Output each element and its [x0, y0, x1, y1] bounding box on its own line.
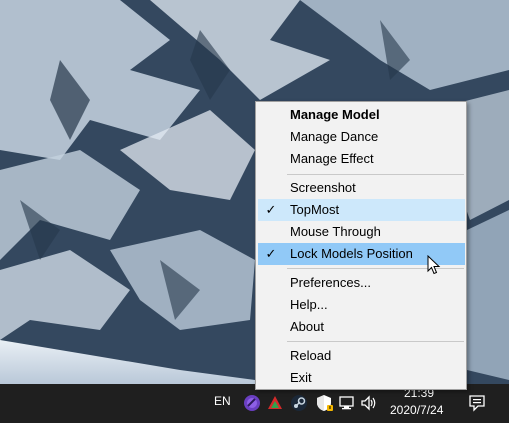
menu-item-exit[interactable]: Exit	[258, 367, 465, 389]
menu-item-manage-dance[interactable]: Manage Dance	[258, 126, 465, 148]
volume-icon[interactable]	[360, 394, 378, 412]
menu-item-label: Exit	[290, 370, 312, 385]
action-center-icon[interactable]	[468, 394, 486, 412]
clock-date[interactable]: 2020/7/24	[390, 403, 443, 417]
menu-item-screenshot[interactable]: Screenshot	[258, 177, 465, 199]
menu-item-topmost[interactable]: ✓ TopMost	[258, 199, 465, 221]
menu-item-label: Screenshot	[290, 180, 356, 195]
input-language-indicator[interactable]: EN	[214, 394, 231, 408]
menu-item-label: About	[290, 319, 324, 334]
menu-separator	[287, 341, 464, 342]
menu-separator	[287, 174, 464, 175]
menu-item-label: Manage Model	[290, 107, 380, 122]
menu-item-label: Preferences...	[290, 275, 371, 290]
red-app-icon[interactable]	[266, 394, 284, 412]
obs-icon[interactable]	[243, 394, 261, 412]
mouse-cursor-icon	[427, 255, 441, 275]
security-shield-icon[interactable]	[315, 394, 333, 412]
checkmark-icon: ✓	[265, 202, 277, 217]
menu-item-preferences[interactable]: Preferences...	[258, 272, 465, 294]
checkmark-icon: ✓	[265, 246, 277, 261]
menu-item-label: Manage Dance	[290, 129, 379, 144]
menu-item-label: Reload	[290, 348, 332, 363]
menu-item-reload[interactable]: Reload	[258, 345, 465, 367]
menu-item-label: Manage Effect	[290, 151, 374, 166]
tray-context-menu: Manage Model Manage Dance Manage Effect …	[255, 101, 467, 390]
menu-item-label: Help...	[290, 297, 328, 312]
network-icon[interactable]	[338, 394, 356, 412]
menu-item-label: TopMost	[290, 202, 340, 217]
menu-item-about[interactable]: About	[258, 316, 465, 338]
menu-item-help[interactable]: Help...	[258, 294, 465, 316]
menu-item-manage-effect[interactable]: Manage Effect	[258, 148, 465, 170]
menu-item-label: Mouse Through	[290, 224, 381, 239]
menu-item-label: Lock Models Position	[290, 246, 413, 261]
steam-icon[interactable]	[290, 394, 308, 412]
menu-item-manage-model[interactable]: Manage Model	[258, 104, 465, 126]
menu-item-mouse-through[interactable]: Mouse Through	[258, 221, 465, 243]
